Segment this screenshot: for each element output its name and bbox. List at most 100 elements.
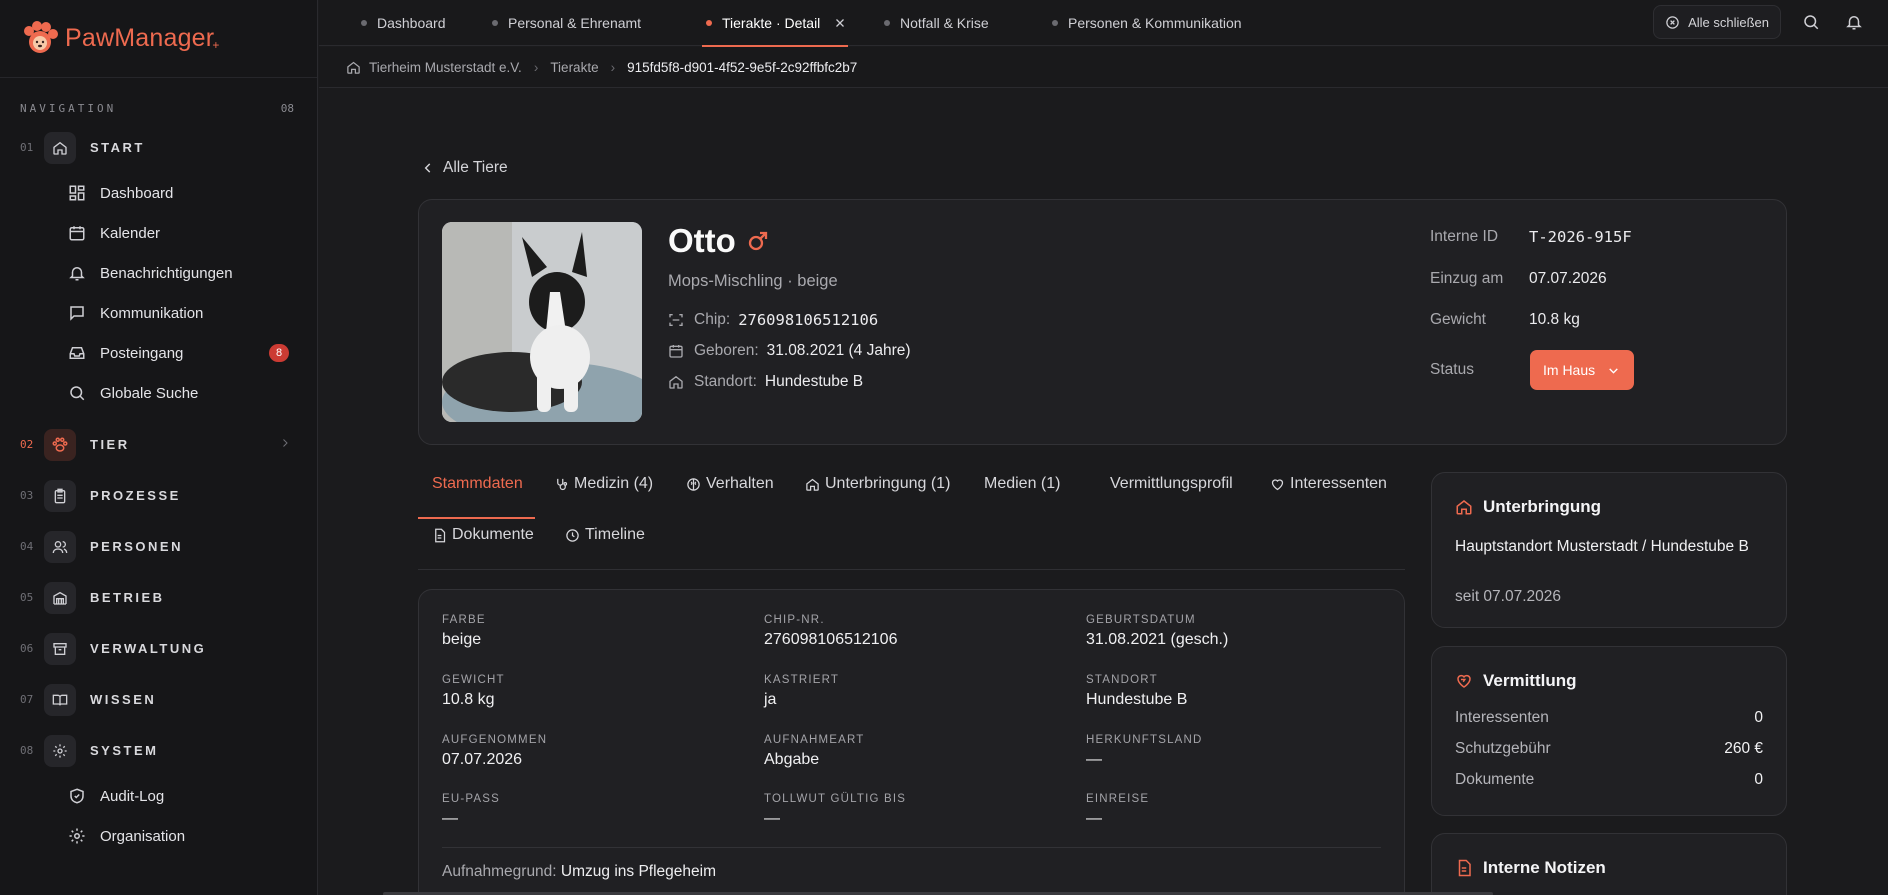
breadcrumb-tierheim[interactable]: Tierheim Musterstadt e.V. — [369, 60, 522, 75]
field-key: KASTRIERT — [764, 674, 840, 686]
sidebar-item-label: Globale Suche — [100, 384, 199, 402]
nav-section-tier[interactable]: 02 TIER — [0, 419, 317, 470]
field-gewicht: GEWICHT 10.8 kg — [442, 674, 505, 709]
chip-label: Chip: — [694, 311, 731, 328]
status-dropdown[interactable]: Im Haus — [1530, 350, 1634, 390]
field-key: AUFGENOMMEN — [442, 734, 548, 746]
search-icon[interactable] — [1802, 13, 1820, 31]
home-icon — [44, 131, 76, 164]
tab-medien[interactable]: Medien (1) — [984, 475, 1060, 493]
tab-vermittlungsprofil[interactable]: Vermittlungsprofil — [1110, 475, 1233, 493]
nav-section-system[interactable]: 08 SYSTEM — [0, 725, 317, 776]
weight-label: Gewicht — [1430, 311, 1486, 328]
inbox-icon — [69, 347, 85, 359]
tab-timeline[interactable]: Timeline — [565, 526, 645, 544]
app-root: PawManager + NAVIGATION 08 01 START Dashb… — [0, 0, 1888, 895]
tab-interessenten[interactable]: Interessenten — [1270, 475, 1387, 493]
tab-dokumente[interactable]: Dokumente — [432, 526, 534, 544]
breadcrumb-tierakte[interactable]: Tierakte — [550, 60, 598, 75]
nav-section-verwaltung[interactable]: 06 VERWALTUNG — [0, 623, 317, 674]
tab-verhalten[interactable]: Verhalten — [686, 475, 774, 493]
stethoscope-icon — [557, 478, 568, 490]
tab-label: Dashboard — [377, 15, 446, 31]
close-all-button[interactable]: Alle schließen — [1653, 5, 1781, 39]
back-link[interactable]: Alle Tiere — [421, 159, 508, 177]
message-icon — [70, 306, 84, 321]
field-key: AUFNAHMEART — [764, 734, 865, 746]
field-key: FARBE — [442, 614, 486, 626]
vermittlung-row-dokumente: Dokumente 0 — [1455, 771, 1763, 789]
tab-label: Dokumente — [452, 526, 534, 543]
nav-section-betrieb[interactable]: 05 BETRIEB — [0, 572, 317, 623]
field-key: EU-PASS — [442, 793, 501, 805]
close-circle-icon — [1666, 15, 1679, 29]
unterbringung-since: seit 07.07.2026 — [1455, 588, 1562, 605]
nav-section-wissen[interactable]: 07 WISSEN — [0, 674, 317, 725]
tab-label: Medizin (4) — [574, 475, 654, 492]
section-number: 01 — [20, 141, 34, 154]
section-number: 04 — [20, 540, 34, 553]
section-label: PROZESSE — [90, 488, 181, 503]
vermittlung-heading: Vermittlung — [1455, 671, 1577, 691]
bell-icon[interactable] — [1845, 13, 1863, 31]
section-label: START — [90, 140, 145, 155]
tab-label: Interessenten — [1290, 475, 1387, 492]
field-value: — — [764, 810, 780, 827]
sidebar-item-organisation[interactable]: Organisation — [0, 816, 317, 856]
tab-personal-ehrenamt[interactable]: Personal & Ehrenamt — [492, 0, 641, 46]
active-tab-indicator — [418, 517, 535, 519]
field-farbe: FARBE beige — [442, 614, 486, 649]
sidebar-item-dashboard[interactable]: Dashboard — [0, 173, 317, 213]
close-tab-icon[interactable] — [834, 17, 846, 29]
bell-icon — [69, 267, 85, 281]
section-label: PERSONEN — [90, 539, 183, 554]
tab-stammdaten[interactable]: Stammdaten — [432, 475, 523, 493]
field-value: 07.07.2026 — [442, 751, 523, 768]
tab-label: Stammdaten — [432, 475, 523, 492]
tab-dashboard[interactable]: Dashboard — [361, 0, 446, 46]
brand[interactable]: PawManager + — [0, 0, 317, 78]
field-value: beige — [442, 631, 482, 648]
internal-id-label: Interne ID — [1430, 228, 1499, 245]
unterbringung-card: Unterbringung Hauptstandort Musterstadt … — [1431, 472, 1787, 628]
sidebar-item-label: Posteingang — [100, 344, 184, 362]
paw-icon — [44, 428, 76, 461]
sidebar-item-globale-suche[interactable]: Globale Suche — [0, 373, 317, 413]
sidebar-item-posteingang[interactable]: Posteingang 8 — [0, 333, 317, 373]
nav-section-start[interactable]: 01 START — [0, 122, 317, 173]
section-number: 02 — [20, 438, 34, 451]
section-number: 05 — [20, 591, 34, 604]
intake-reason-value: Umzug ins Pflegeheim — [560, 863, 716, 880]
nav-section-prozesse[interactable]: 03 PROZESSE — [0, 470, 317, 521]
tab-medizin[interactable]: Medizin (4) — [554, 475, 653, 493]
home-icon — [669, 375, 683, 389]
tab-unterbringung[interactable]: Unterbringung (1) — [805, 475, 950, 493]
tab-notfall-krise[interactable]: Notfall & Krise — [884, 0, 989, 46]
home-icon — [806, 478, 819, 491]
tab-tierakte-detail[interactable]: Tierakte · Detail — [702, 0, 849, 47]
close-all-label: Alle schließen — [1688, 14, 1769, 30]
tab-bar: Dashboard Personal & Ehrenamt Tierakte ·… — [319, 0, 1888, 47]
field-einreise: EINREISE — — [1086, 793, 1149, 828]
field-key: CHIP-NR. — [764, 614, 825, 626]
sidebar-item-kalender[interactable]: Kalender — [0, 213, 317, 253]
back-label: Alle Tiere — [443, 159, 508, 176]
home-icon — [347, 61, 360, 74]
sidebar-item-audit-log[interactable]: Audit-Log — [0, 776, 317, 816]
document-icon — [435, 528, 446, 542]
section-number: 07 — [20, 693, 34, 706]
calendar-icon — [69, 226, 85, 241]
scan-icon — [669, 314, 683, 326]
tab-dot — [884, 20, 890, 26]
sidebar-item-label: Audit-Log — [100, 787, 165, 805]
paw-logo-icon — [24, 20, 58, 53]
section-label: SYSTEM — [90, 743, 159, 758]
tab-personen-kommunikation[interactable]: Personen & Kommunikation — [1052, 0, 1242, 46]
chevron-left-icon — [424, 163, 431, 173]
field-key: GEWICHT — [442, 674, 505, 686]
nav-section-personen[interactable]: 04 PERSONEN — [0, 521, 317, 572]
field-value: — — [1086, 810, 1102, 827]
sidebar-item-benachrichtigungen[interactable]: Benachrichtigungen — [0, 253, 317, 293]
sidebar-item-kommunikation[interactable]: Kommunikation — [0, 293, 317, 333]
unterbringung-heading: Unterbringung — [1455, 497, 1601, 517]
